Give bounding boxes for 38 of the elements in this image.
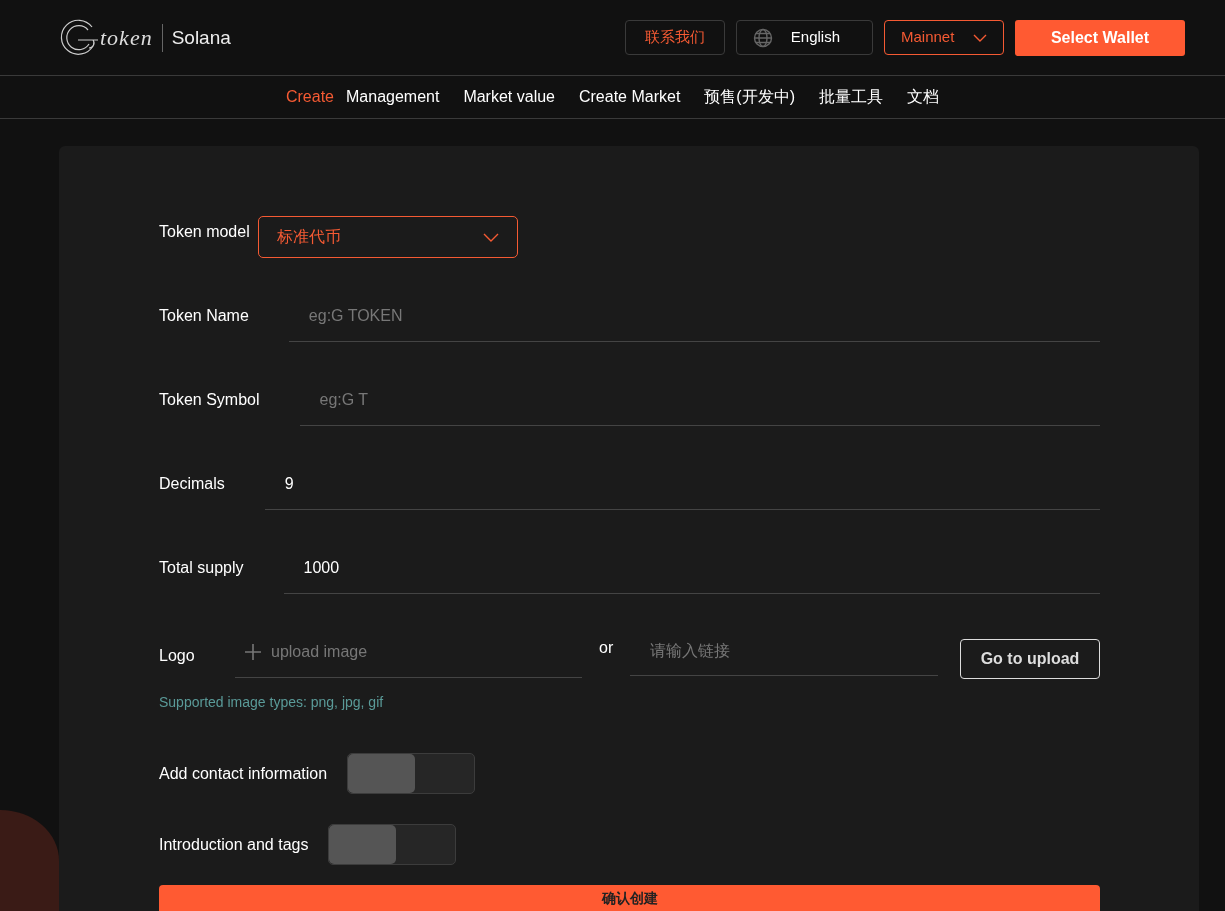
plus-icon (244, 643, 262, 661)
logo-icon (60, 18, 100, 57)
nav-tab[interactable]: 批量工具 (807, 85, 895, 109)
chevron-icon (973, 33, 987, 42)
input-field[interactable]: 1000 (283, 542, 1100, 594)
nav-tab[interactable]: 文档 (895, 85, 951, 109)
nav-tab[interactable]: Market value (451, 85, 567, 109)
upload-image-field[interactable]: upload image (235, 626, 582, 678)
globe-icon (753, 27, 773, 48)
nav-tab[interactable]: Create (273, 85, 334, 109)
field-label: Token Symbol (159, 390, 260, 410)
confirm-create-button[interactable]: 确认创建 (159, 885, 1100, 911)
toggle-label: Introduction and tags (159, 834, 309, 855)
field-label: Decimals (159, 474, 225, 494)
input-field[interactable]: 9 (264, 458, 1100, 510)
language-button[interactable]: English (736, 20, 873, 55)
chevron-icon (482, 232, 499, 242)
toggle-switch[interactable] (347, 753, 476, 794)
nav-tab[interactable]: Create Market (567, 85, 693, 109)
field-label: Token Name (159, 306, 249, 326)
token-model-select[interactable]: 标准代币 (257, 216, 518, 258)
hint-text: Supported image types: png, jpg, gif (159, 693, 385, 712)
contact-button[interactable]: 联系我们 (625, 20, 725, 55)
input-field[interactable]: eg:G TOKEN (288, 290, 1100, 342)
link-field[interactable]: 请输入链接 (630, 626, 939, 676)
nav-tab[interactable]: Management (334, 85, 452, 109)
input-field[interactable]: eg:G T (299, 374, 1100, 426)
toggle-switch[interactable] (328, 824, 457, 865)
field-label: Logo (159, 646, 196, 666)
go-to-upload-button[interactable]: Go to upload (960, 639, 1100, 679)
or-text: or (599, 638, 614, 658)
network-select[interactable]: Mainnet (884, 20, 1004, 55)
field-label: Token model (159, 222, 250, 242)
toggle-label: Add contact information (159, 763, 328, 784)
chain-name: Solana (161, 23, 231, 52)
logo-text: token (100, 24, 153, 52)
field-label: Total supply (159, 558, 244, 578)
nav-tab[interactable]: 预售(开发中) (692, 85, 807, 109)
